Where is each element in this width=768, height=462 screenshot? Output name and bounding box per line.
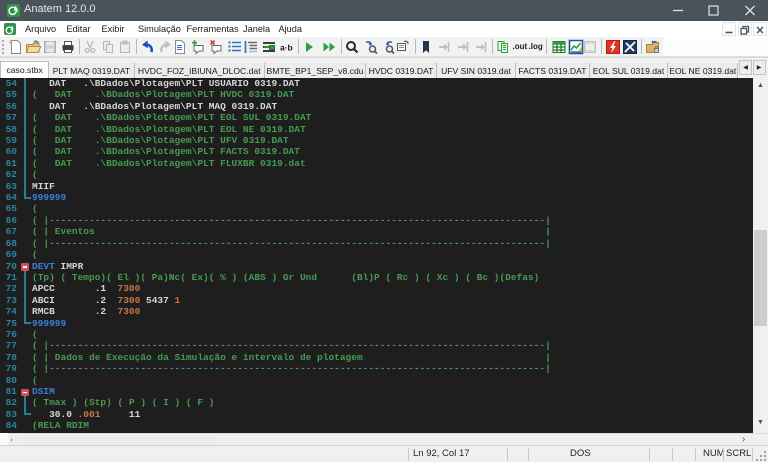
svg-text:a·b: a·b xyxy=(280,43,293,53)
